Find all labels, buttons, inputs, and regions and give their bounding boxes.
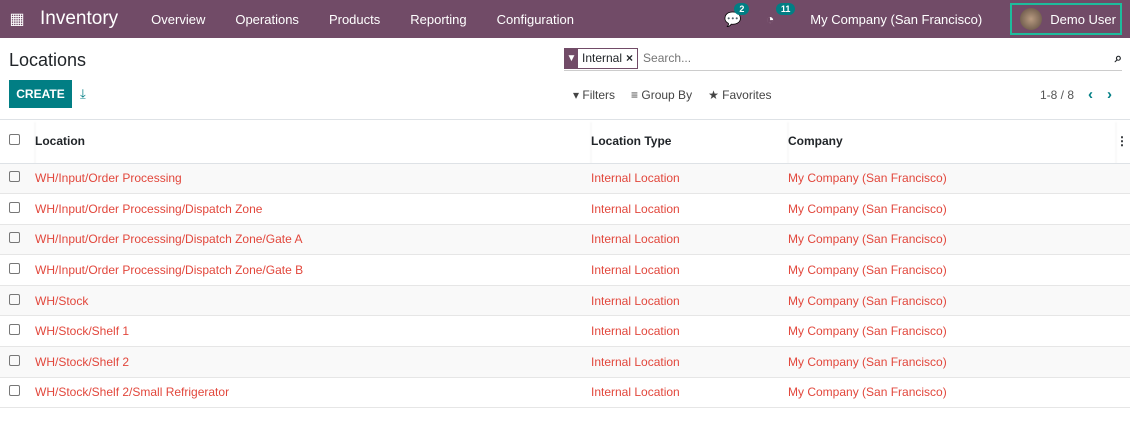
cell-empty [1116,284,1130,316]
table-row[interactable]: WH/Input/Order Processing/Dispatch Zone/… [0,223,1130,255]
cell-company[interactable]: My Company (San Francisco) [788,193,1116,225]
row-checkbox[interactable] [0,284,35,316]
cell-empty [1116,315,1130,347]
row-checkbox[interactable] [0,193,35,225]
column-location-type[interactable]: Location Type [591,120,788,164]
table-row[interactable]: WH/Input/Order Processing Internal Locat… [0,162,1130,194]
search-facet: ▼ Internal × [564,47,639,69]
activities-badge: 11 [775,3,796,15]
table-row[interactable]: WH/Input/Order Processing/Dispatch Zone/… [0,254,1130,286]
row-checkbox[interactable] [0,376,35,409]
cell-empty [1116,254,1130,286]
row-checkbox[interactable] [0,315,35,347]
cell-company[interactable]: My Company (San Francisco) [788,162,1116,194]
cell-location-type[interactable]: Internal Location [591,284,788,316]
table-row[interactable]: WH/Stock/Shelf 1 Internal Location My Co… [0,315,1130,347]
cell-location-type[interactable]: Internal Location [591,346,788,378]
locations-table: Location Location Type Company ⋮ WH/Inpu… [0,120,1130,409]
table-row[interactable]: WH/Input/Order Processing/Dispatch Zone … [0,193,1130,225]
cell-company[interactable]: My Company (San Francisco) [788,346,1116,378]
apps-menu-icon[interactable]: ▦ [0,9,34,29]
messages-button[interactable]: 💬 2 [724,2,750,28]
row-checkbox[interactable] [0,254,35,286]
table-row[interactable]: WH/Stock/Shelf 2 Internal Location My Co… [0,346,1130,378]
menu-products[interactable]: Products [314,12,395,27]
cell-location[interactable]: WH/Input/Order Processing/Dispatch Zone/… [35,254,591,286]
optional-columns-icon[interactable]: ⋮ [1116,120,1130,164]
clock-icon: ◔ [765,11,775,27]
row-checkbox[interactable] [0,223,35,255]
table-row[interactable]: WH/Stock Internal Location My Company (S… [0,284,1130,316]
cell-location[interactable]: WH/Stock/Shelf 2 [35,346,591,378]
cell-location-type[interactable]: Internal Location [591,254,788,286]
cell-location[interactable]: WH/Input/Order Processing [35,162,591,194]
group-by-label: Group By [641,88,693,102]
cell-company[interactable]: My Company (San Francisco) [788,376,1116,409]
messages-badge: 2 [734,2,750,15]
filters-label: Filters [582,88,616,102]
cell-location[interactable]: WH/Stock [35,284,591,316]
user-name: Demo User [1050,11,1116,27]
select-all-checkbox[interactable] [0,120,35,164]
menu-operations[interactable]: Operations [220,12,314,27]
menu-overview[interactable]: Overview [136,12,220,27]
row-checkbox[interactable] [0,162,35,194]
cell-empty [1116,162,1130,194]
cell-empty [1116,193,1130,225]
pager-value[interactable]: 1-8 / 8 [1040,88,1074,102]
cell-company[interactable]: My Company (San Francisco) [788,223,1116,255]
user-menu[interactable]: Demo User [1010,3,1122,35]
next-page-icon[interactable]: › [1107,86,1112,103]
download-icon[interactable]: ⤓ [80,86,86,102]
company-switcher[interactable]: My Company (San Francisco) [810,12,982,27]
cell-location-type[interactable]: Internal Location [591,193,788,225]
cell-company[interactable]: My Company (San Francisco) [788,254,1116,286]
favorites-label: Favorites [722,88,772,102]
column-company[interactable]: Company [788,120,1116,164]
cell-location[interactable]: WH/Stock/Shelf 1 [35,315,591,347]
filters-button[interactable]: ▾ Filters [573,88,615,102]
cell-location-type[interactable]: Internal Location [591,376,788,409]
avatar [1020,8,1043,30]
page-title: Locations [9,50,87,70]
cell-company[interactable]: My Company (San Francisco) [788,284,1116,316]
cell-location-type[interactable]: Internal Location [591,223,788,255]
favorites-button[interactable]: ★ Favorites [708,88,771,102]
cell-location[interactable]: WH/Stock/Shelf 2/Small Refrigerator [35,376,591,409]
column-location[interactable]: Location [35,120,591,164]
cell-location-type[interactable]: Internal Location [591,162,788,194]
search-input[interactable] [643,51,1115,65]
group-by-button[interactable]: ≡ Group By [631,88,692,102]
cell-empty [1116,223,1130,255]
cell-location-type[interactable]: Internal Location [591,315,788,347]
previous-page-icon[interactable]: ‹ [1088,86,1093,103]
cell-location[interactable]: WH/Input/Order Processing/Dispatch Zone [35,193,591,225]
table-row[interactable]: WH/Stock/Shelf 2/Small Refrigerator Inte… [0,376,1130,409]
remove-facet-icon[interactable]: × [626,49,637,68]
cell-empty [1116,346,1130,378]
facet-value: Internal [582,50,623,65]
filter-icon: ▼ [565,48,578,68]
app-name[interactable]: Inventory [40,8,118,30]
control-panel: Locations CREATE ⤓ ▼ Internal × ⌕ ▾ Filt… [0,38,1130,120]
create-button[interactable]: CREATE [9,80,72,108]
cell-empty [1116,376,1130,409]
menu-reporting[interactable]: Reporting [395,12,481,27]
top-navbar: ▦ Inventory Overview Operations Products… [0,0,1130,38]
activities-button[interactable]: ◔ 11 [765,3,796,27]
cell-location[interactable]: WH/Input/Order Processing/Dispatch Zone/… [35,223,591,255]
search-bar: ▼ Internal × ⌕ [564,46,1122,71]
row-checkbox[interactable] [0,346,35,378]
cell-company[interactable]: My Company (San Francisco) [788,315,1116,347]
menu-configuration[interactable]: Configuration [482,12,589,27]
search-icon[interactable]: ⌕ [1115,50,1122,66]
